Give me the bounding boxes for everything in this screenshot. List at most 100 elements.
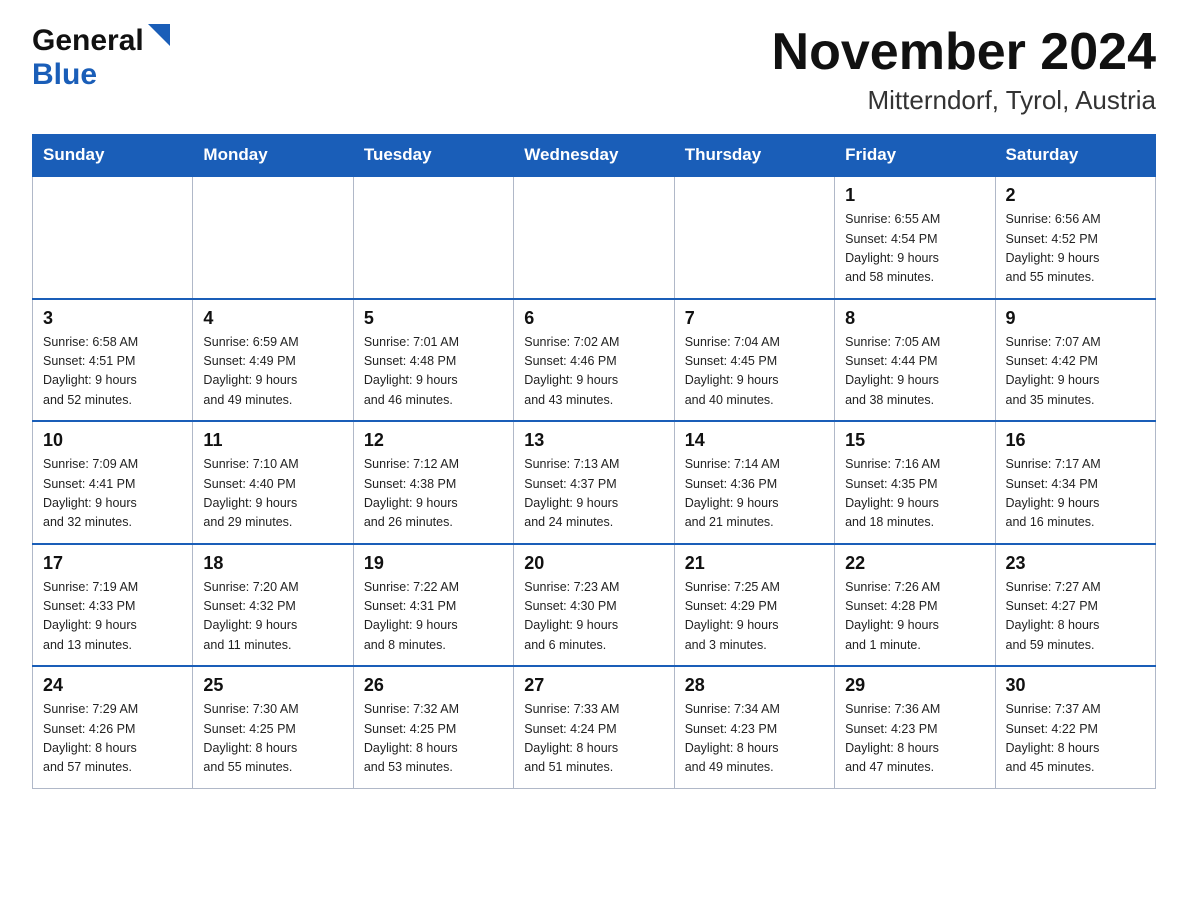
table-row: 9 Sunrise: 7:07 AMSunset: 4:42 PMDaylight… (995, 299, 1155, 422)
page-title: November 2024 (772, 24, 1156, 81)
col-saturday: Saturday (995, 135, 1155, 177)
calendar-header-row: Sunday Monday Tuesday Wednesday Thursday… (33, 135, 1156, 177)
day-info: Sunrise: 7:12 AMSunset: 4:38 PMDaylight:… (364, 455, 503, 533)
day-info: Sunrise: 7:10 AMSunset: 4:40 PMDaylight:… (203, 455, 342, 533)
day-number: 4 (203, 308, 342, 329)
day-info: Sunrise: 7:32 AMSunset: 4:25 PMDaylight:… (364, 700, 503, 778)
day-info: Sunrise: 7:23 AMSunset: 4:30 PMDaylight:… (524, 578, 663, 656)
table-row: 15Sunrise: 7:16 AMSunset: 4:35 PMDayligh… (835, 421, 995, 544)
day-info: Sunrise: 7:02 AMSunset: 4:46 PMDaylight:… (524, 333, 663, 411)
day-info: Sunrise: 7:19 AMSunset: 4:33 PMDaylight:… (43, 578, 182, 656)
day-info: Sunrise: 7:37 AMSunset: 4:22 PMDaylight:… (1006, 700, 1145, 778)
logo-graphic: General (32, 24, 170, 58)
day-info: Sunrise: 7:36 AMSunset: 4:23 PMDaylight:… (845, 700, 984, 778)
table-row: 5Sunrise: 7:01 AMSunset: 4:48 PMDaylight… (353, 299, 513, 422)
col-wednesday: Wednesday (514, 135, 674, 177)
table-row: 4 Sunrise: 6:59 AMSunset: 4:49 PMDaylight… (193, 299, 353, 422)
day-info: Sunrise: 7:29 AMSunset: 4:26 PMDaylight:… (43, 700, 182, 778)
day-info: Sunrise: 6:56 AMSunset: 4:52 PMDaylight:… (1006, 210, 1145, 288)
day-info: Sunrise: 7:01 AMSunset: 4:48 PMDaylight:… (364, 333, 503, 411)
day-info: Sunrise: 7:04 AMSunset: 4:45 PMDaylight:… (685, 333, 824, 411)
table-row: 10Sunrise: 7:09 AMSunset: 4:41 PMDayligh… (33, 421, 193, 544)
logo-triangle-icon (148, 24, 170, 51)
table-row (353, 176, 513, 299)
calendar-week-1: 1 Sunrise: 6:55 AMSunset: 4:54 PMDaylight… (33, 176, 1156, 299)
day-number: 22 (845, 553, 984, 574)
day-info: Sunrise: 7:07 AMSunset: 4:42 PMDaylight:… (1006, 333, 1145, 411)
day-number: 11 (203, 430, 342, 451)
day-number: 9 (1006, 308, 1145, 329)
day-number: 16 (1006, 430, 1145, 451)
table-row: 20 Sunrise: 7:23 AMSunset: 4:30 PMDayligh… (514, 544, 674, 667)
day-number: 8 (845, 308, 984, 329)
day-info: Sunrise: 7:26 AMSunset: 4:28 PMDaylight:… (845, 578, 984, 656)
table-row: 8Sunrise: 7:05 AMSunset: 4:44 PMDaylight… (835, 299, 995, 422)
day-info: Sunrise: 7:20 AMSunset: 4:32 PMDaylight:… (203, 578, 342, 656)
day-number: 12 (364, 430, 503, 451)
day-number: 30 (1006, 675, 1145, 696)
day-info: Sunrise: 7:33 AMSunset: 4:24 PMDaylight:… (524, 700, 663, 778)
col-tuesday: Tuesday (353, 135, 513, 177)
day-info: Sunrise: 6:59 AMSunset: 4:49 PMDaylight:… (203, 333, 342, 411)
day-info: Sunrise: 7:14 AMSunset: 4:36 PMDaylight:… (685, 455, 824, 533)
header-row: General Blue November 2024 Mitterndorf, … (32, 24, 1156, 116)
day-number: 1 (845, 185, 984, 206)
table-row: 17 Sunrise: 7:19 AMSunset: 4:33 PMDayligh… (33, 544, 193, 667)
table-row: 18 Sunrise: 7:20 AMSunset: 4:32 PMDayligh… (193, 544, 353, 667)
day-info: Sunrise: 6:58 AMSunset: 4:51 PMDaylight:… (43, 333, 182, 411)
table-row: 6 Sunrise: 7:02 AMSunset: 4:46 PMDaylight… (514, 299, 674, 422)
table-row: 23Sunrise: 7:27 AMSunset: 4:27 PMDayligh… (995, 544, 1155, 667)
col-sunday: Sunday (33, 135, 193, 177)
table-row: 2Sunrise: 6:56 AMSunset: 4:52 PMDaylight… (995, 176, 1155, 299)
day-number: 26 (364, 675, 503, 696)
day-info: Sunrise: 7:25 AMSunset: 4:29 PMDaylight:… (685, 578, 824, 656)
table-row: 3 Sunrise: 6:58 AMSunset: 4:51 PMDaylight… (33, 299, 193, 422)
table-row (514, 176, 674, 299)
day-info: Sunrise: 7:17 AMSunset: 4:34 PMDaylight:… (1006, 455, 1145, 533)
table-row: 11 Sunrise: 7:10 AMSunset: 4:40 PMDayligh… (193, 421, 353, 544)
day-info: Sunrise: 7:27 AMSunset: 4:27 PMDaylight:… (1006, 578, 1145, 656)
day-info: Sunrise: 6:55 AMSunset: 4:54 PMDaylight:… (845, 210, 984, 288)
table-row (674, 176, 834, 299)
day-number: 25 (203, 675, 342, 696)
table-row: 26 Sunrise: 7:32 AMSunset: 4:25 PMDayligh… (353, 666, 513, 788)
table-row: 1 Sunrise: 6:55 AMSunset: 4:54 PMDaylight… (835, 176, 995, 299)
day-number: 17 (43, 553, 182, 574)
table-row: 7 Sunrise: 7:04 AMSunset: 4:45 PMDaylight… (674, 299, 834, 422)
logo-blue-label: Blue (32, 58, 97, 92)
col-monday: Monday (193, 135, 353, 177)
logo-general-text: General (32, 24, 144, 58)
table-row (33, 176, 193, 299)
day-number: 21 (685, 553, 824, 574)
day-number: 13 (524, 430, 663, 451)
day-info: Sunrise: 7:09 AMSunset: 4:41 PMDaylight:… (43, 455, 182, 533)
day-info: Sunrise: 7:30 AMSunset: 4:25 PMDaylight:… (203, 700, 342, 778)
logo: General Blue (32, 24, 170, 92)
day-info: Sunrise: 7:22 AMSunset: 4:31 PMDaylight:… (364, 578, 503, 656)
calendar-week-2: 3 Sunrise: 6:58 AMSunset: 4:51 PMDaylight… (33, 299, 1156, 422)
day-number: 19 (364, 553, 503, 574)
logo-blue-text: Blue (32, 58, 97, 91)
day-number: 6 (524, 308, 663, 329)
day-number: 24 (43, 675, 182, 696)
table-row: 16 Sunrise: 7:17 AMSunset: 4:34 PMDayligh… (995, 421, 1155, 544)
day-number: 29 (845, 675, 984, 696)
table-row: 22 Sunrise: 7:26 AMSunset: 4:28 PMDayligh… (835, 544, 995, 667)
col-thursday: Thursday (674, 135, 834, 177)
calendar-table: Sunday Monday Tuesday Wednesday Thursday… (32, 134, 1156, 789)
day-number: 7 (685, 308, 824, 329)
day-number: 18 (203, 553, 342, 574)
day-number: 15 (845, 430, 984, 451)
table-row: 28Sunrise: 7:34 AMSunset: 4:23 PMDayligh… (674, 666, 834, 788)
calendar-week-5: 24 Sunrise: 7:29 AMSunset: 4:26 PMDayligh… (33, 666, 1156, 788)
day-number: 20 (524, 553, 663, 574)
table-row: 13 Sunrise: 7:13 AMSunset: 4:37 PMDayligh… (514, 421, 674, 544)
page-subtitle: Mitterndorf, Tyrol, Austria (772, 85, 1156, 116)
table-row (193, 176, 353, 299)
day-number: 3 (43, 308, 182, 329)
table-row: 29 Sunrise: 7:36 AMSunset: 4:23 PMDayligh… (835, 666, 995, 788)
day-info: Sunrise: 7:13 AMSunset: 4:37 PMDaylight:… (524, 455, 663, 533)
table-row: 27Sunrise: 7:33 AMSunset: 4:24 PMDayligh… (514, 666, 674, 788)
table-row: 30 Sunrise: 7:37 AMSunset: 4:22 PMDayligh… (995, 666, 1155, 788)
calendar-week-4: 17 Sunrise: 7:19 AMSunset: 4:33 PMDayligh… (33, 544, 1156, 667)
